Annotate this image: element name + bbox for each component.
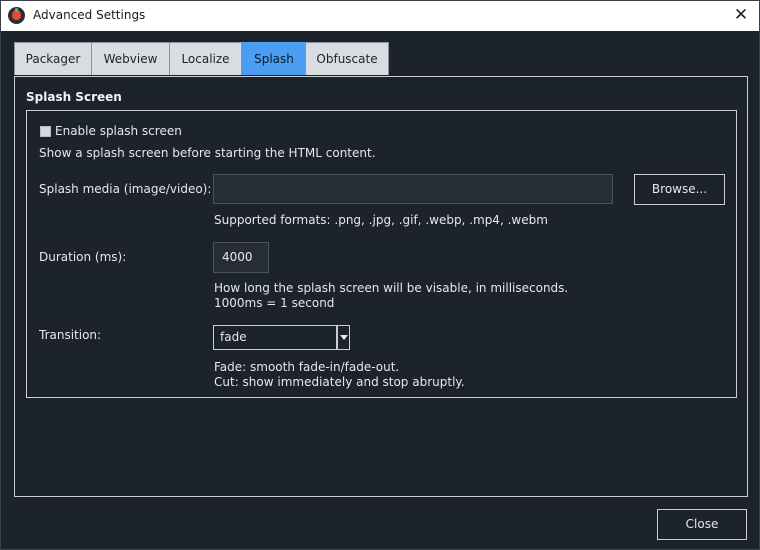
transition-hint-1: Fade: smooth fade-in/fade-out. <box>214 360 400 374</box>
close-button[interactable]: Close <box>657 509 747 540</box>
tab-splash[interactable]: Splash <box>242 42 306 75</box>
tab-webview[interactable]: Webview <box>91 42 170 75</box>
section-title: Splash Screen <box>26 90 122 104</box>
browse-button[interactable]: Browse... <box>634 174 725 205</box>
enable-splash-label[interactable]: Enable splash screen <box>55 124 182 138</box>
duration-hint-2: 1000ms = 1 second <box>214 296 335 310</box>
duration-label: Duration (ms): <box>39 250 127 264</box>
advanced-settings-window: Advanced Settings ✕ Packager Webview Loc… <box>0 0 760 550</box>
tab-packager[interactable]: Packager <box>14 42 92 75</box>
tab-localize[interactable]: Localize <box>169 42 242 75</box>
media-path-input[interactable] <box>213 174 613 204</box>
splash-tab-pane: Splash Screen Enable splash screen Show … <box>14 76 748 497</box>
duration-hint-1: How long the splash screen will be visab… <box>214 281 569 295</box>
app-icon <box>8 7 25 24</box>
transition-hint-2: Cut: show immediately and stop abruptly. <box>214 375 465 389</box>
window-close-icon[interactable]: ✕ <box>731 5 751 25</box>
media-label: Splash media (image/video): <box>39 182 212 196</box>
title-bar: Advanced Settings ✕ <box>1 1 759 31</box>
splash-settings-group: Enable splash screen Show a splash scree… <box>26 110 737 398</box>
window-title: Advanced Settings <box>33 8 146 22</box>
transition-select[interactable]: fade <box>213 325 337 350</box>
tab-obfuscate[interactable]: Obfuscate <box>305 42 389 75</box>
enable-splash-checkbox[interactable] <box>40 126 51 137</box>
duration-input[interactable]: 4000 <box>213 242 269 273</box>
chevron-down-icon[interactable] <box>337 325 350 350</box>
formats-hint: Supported formats: .png, .jpg, .gif, .we… <box>214 213 548 227</box>
splash-description: Show a splash screen before starting the… <box>39 146 376 160</box>
transition-label: Transition: <box>39 328 102 342</box>
